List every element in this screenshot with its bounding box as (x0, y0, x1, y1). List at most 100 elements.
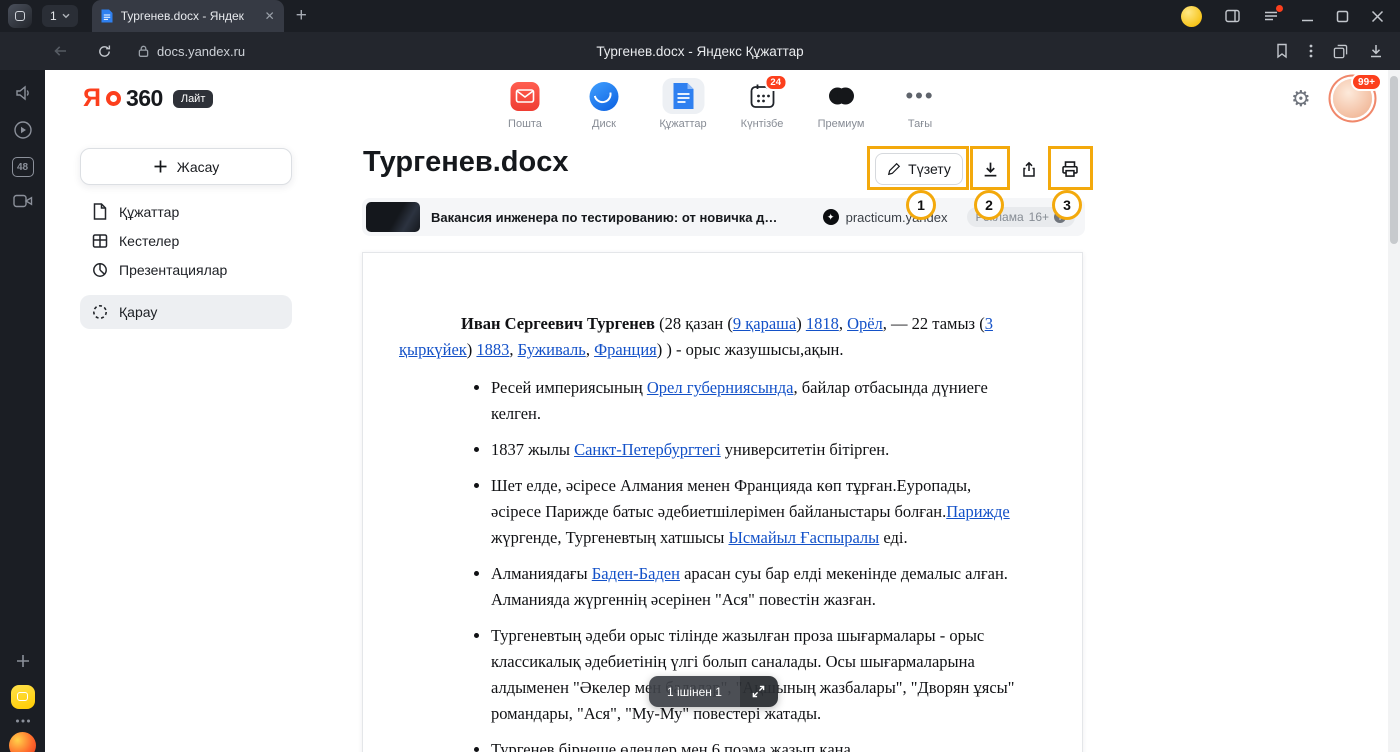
profile-avatar[interactable]: 99+ (1333, 79, 1372, 118)
service-more[interactable]: ••• Тағы (895, 78, 945, 130)
add-panel-icon[interactable] (0, 653, 45, 669)
reload-icon[interactable] (97, 44, 112, 59)
profile-badge: 99+ (1351, 73, 1382, 91)
service-docs[interactable]: Құжаттар (658, 78, 708, 130)
create-label: Жасау (177, 159, 220, 175)
plus-icon (153, 159, 168, 174)
service-disk[interactable]: Диск (579, 78, 629, 130)
gear-icon[interactable]: ⚙ (1291, 86, 1311, 112)
doc-link[interactable]: Парижде (946, 502, 1009, 521)
browser-address-bar: Тургенев.docx - Яндекс Құжаттар docs.yan… (0, 32, 1400, 70)
play-circle-icon[interactable] (0, 120, 45, 140)
services-nav: Пошта Диск Құжаттар 24 Күнтізбе Премиум (500, 78, 945, 130)
minimize-icon[interactable] (1301, 10, 1314, 23)
doc-link[interactable]: Ысмайыл Ғаспыралы (728, 528, 879, 547)
collections-icon[interactable] (1333, 44, 1348, 59)
doc-link[interactable]: Орёл (847, 314, 883, 333)
browser-side-rail: 48 (0, 70, 45, 752)
chevron-down-icon (62, 13, 70, 19)
browser-window: 1 Тургенев.docx - Яндек ✕ + Тургенев.doc… (0, 0, 1400, 752)
doc-link[interactable]: 9 қараша (733, 314, 796, 333)
annotation-box-3 (1048, 146, 1093, 190)
close-icon[interactable] (1371, 10, 1384, 23)
doc-bullet: Шет елде, әсіресе Алмания менен Францияд… (491, 473, 1018, 551)
browser-tab[interactable]: Тургенев.docx - Яндек ✕ (92, 0, 284, 32)
fullscreen-button[interactable] (740, 676, 778, 707)
doc-heading: Иван Сергеевич Тургенев (28 қазан (9 қар… (399, 311, 1018, 363)
expand-icon (752, 685, 765, 698)
annotation-box-1 (867, 146, 969, 190)
doc-link[interactable]: Орел губерниясында (647, 378, 794, 397)
url-text[interactable]: docs.yandex.ru (157, 44, 245, 59)
workspace-icon[interactable] (8, 4, 32, 28)
page-indicator: 1 ішінен 1 (649, 676, 740, 707)
tab-close-icon[interactable]: ✕ (265, 10, 275, 22)
sidebar-item-docs[interactable]: Құжаттар (80, 197, 292, 226)
video-camera-icon[interactable] (0, 193, 45, 209)
browser-logo-icon[interactable] (0, 732, 45, 752)
share-icon (1021, 161, 1037, 178)
more-icon: ••• (905, 91, 934, 101)
sidebar-item-presentations[interactable]: Презентациялар (80, 255, 292, 284)
page-indicator-pill: 1 ішінен 1 (649, 676, 778, 707)
browser-menu-icon[interactable] (1263, 8, 1279, 24)
annotation-label-3: 3 (1052, 190, 1082, 220)
doc-link[interactable]: 1818 (806, 314, 839, 333)
lock-icon[interactable] (138, 44, 149, 58)
more-vertical-icon[interactable] (1309, 43, 1313, 59)
doc-link[interactable]: Франция (594, 340, 657, 359)
presentation-icon (92, 262, 108, 278)
annotation-box-2 (970, 146, 1010, 190)
logo-ya: Я (83, 86, 101, 111)
service-premium[interactable]: Премиум (816, 78, 866, 130)
document-icon (92, 203, 108, 220)
maximize-icon[interactable] (1336, 10, 1349, 23)
downloads-icon[interactable] (1368, 43, 1384, 59)
share-button[interactable] (1013, 153, 1045, 185)
doc-link[interactable]: Санкт-Петербургтегі (574, 440, 721, 459)
page-scrollbar[interactable] (1388, 70, 1400, 752)
table-icon (92, 233, 108, 249)
app-sidebar: Жасау Құжаттар Кестелер Презентациялар (80, 148, 292, 329)
bookmark-icon[interactable] (1275, 43, 1289, 59)
yandex-360-logo[interactable]: Я 360 Лайт (83, 86, 213, 111)
browser-tab-strip: 1 Тургенев.docx - Яндек ✕ + (0, 0, 1400, 32)
view-icon (92, 304, 108, 320)
service-calendar[interactable]: 24 Күнтізбе (737, 78, 787, 130)
speaker-icon[interactable] (0, 84, 45, 102)
doc-bullet: Ресей империясының Орел губерниясында, б… (491, 375, 1018, 427)
doc-link[interactable]: Буживаль (518, 340, 586, 359)
ad-title: Вакансия инженера по тестированию: от но… (431, 210, 783, 225)
doc-link[interactable]: Баден-Баден (592, 564, 680, 583)
service-mail[interactable]: Пошта (500, 78, 550, 130)
ad-thumbnail (366, 202, 420, 232)
docs-favicon (101, 9, 113, 23)
more-horizontal-icon[interactable] (0, 718, 45, 724)
premium-icon (826, 86, 856, 106)
back-icon[interactable] (52, 43, 69, 59)
tab-count-button[interactable]: 1 (42, 5, 78, 27)
chrome-profile-avatar[interactable] (1181, 6, 1202, 27)
notification-dot (1276, 5, 1283, 12)
docs-icon (671, 82, 695, 110)
app-main: Я 360 Лайт Пошта Диск Құжаттар 24 (45, 70, 1400, 752)
doc-link[interactable]: 1883 (476, 340, 509, 359)
sidebar-item-view[interactable]: Қарау (80, 295, 292, 329)
logo-ring-icon (106, 91, 121, 106)
logo-badge: Лайт (173, 90, 214, 108)
disk-icon (590, 82, 619, 111)
practicum-logo-icon: ✦ (823, 209, 839, 225)
annotation-label-1: 1 (906, 190, 936, 220)
sidebar-item-tables[interactable]: Кестелер (80, 226, 292, 255)
messenger-icon[interactable] (0, 685, 45, 709)
document-title: Тургенев.docx (363, 146, 569, 179)
scrollbar-thumb[interactable] (1390, 76, 1398, 244)
logo-360: 360 (126, 87, 163, 110)
tab-count-label: 1 (50, 9, 57, 23)
badge-48-icon[interactable]: 48 (0, 157, 45, 177)
annotation-label-2: 2 (974, 190, 1004, 220)
doc-bullet: Тургеневтың әдеби орыс тілінде жазылған … (491, 623, 1018, 727)
create-button[interactable]: Жасау (80, 148, 292, 185)
new-tab-button[interactable]: + (296, 5, 307, 27)
side-panel-icon[interactable] (1224, 8, 1241, 24)
